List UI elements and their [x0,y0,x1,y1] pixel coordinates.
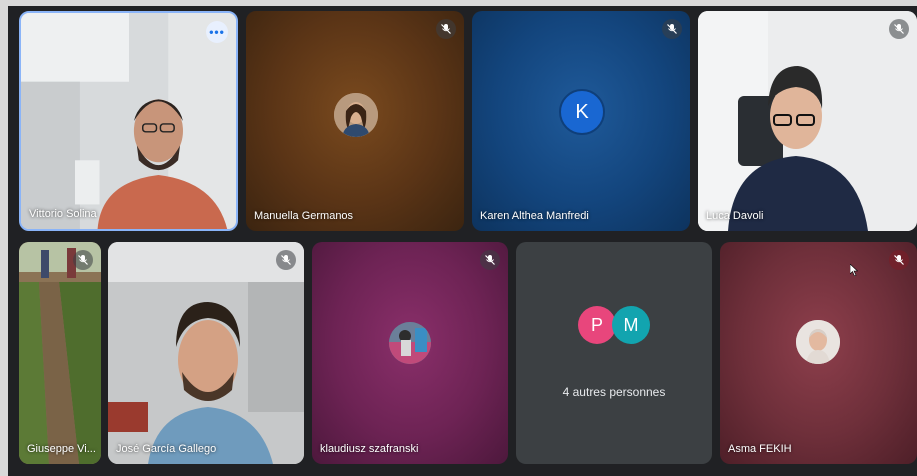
participant-tile-jose[interactable]: José García Gallego [108,242,304,464]
participant-name: Asma FEKIH [728,443,792,455]
participant-tile-asma[interactable]: Asma FEKIH [720,242,917,464]
participant-tile-giuseppe[interactable]: Giuseppe Vi... [19,242,101,464]
mic-off-icon [889,19,909,39]
participant-tile-manuella[interactable]: Manuella Germanos [246,11,464,231]
participant-video [21,13,236,229]
mic-off-icon [662,19,682,39]
participant-name: klaudiusz szafranski [320,443,419,455]
participant-video [108,242,304,464]
participant-tile-klaudiusz[interactable]: klaudiusz szafranski [312,242,508,464]
participant-avatar [796,320,840,364]
participant-tile-vittorio[interactable]: ••• Vittorio Solina [19,11,238,231]
participant-name: Manuella Germanos [254,210,354,222]
mic-off-icon [889,250,909,270]
more-options-icon[interactable]: ••• [206,21,228,43]
others-avatar-m: M [612,306,650,344]
participant-video [19,242,101,464]
participant-video [698,11,917,231]
mic-off-icon [480,250,500,270]
window-left-edge [0,0,8,476]
participant-name: José García Gallego [116,443,217,455]
participant-avatar: K [559,89,605,135]
participant-tile-karen[interactable]: K Karen Althea Manfredi [472,11,690,231]
participant-name: Giuseppe Vi... [27,443,96,455]
participant-tile-luca[interactable]: Luca Davoli [698,11,917,231]
window-top-edge [0,0,917,6]
mic-off-icon [276,250,296,270]
participant-avatar [334,93,378,137]
participant-avatar [389,322,431,364]
others-label: 4 autres personnes [562,385,666,399]
mic-off-icon [73,250,93,270]
participant-name: Karen Althea Manfredi [480,210,589,222]
mouse-cursor-icon [850,264,858,276]
mic-off-icon [436,19,456,39]
participant-name: Vittorio Solina [29,208,97,220]
participant-name: Luca Davoli [706,210,764,222]
others-tile[interactable]: P M 4 autres personnes [516,242,712,464]
others-avatar-p: P [578,306,616,344]
